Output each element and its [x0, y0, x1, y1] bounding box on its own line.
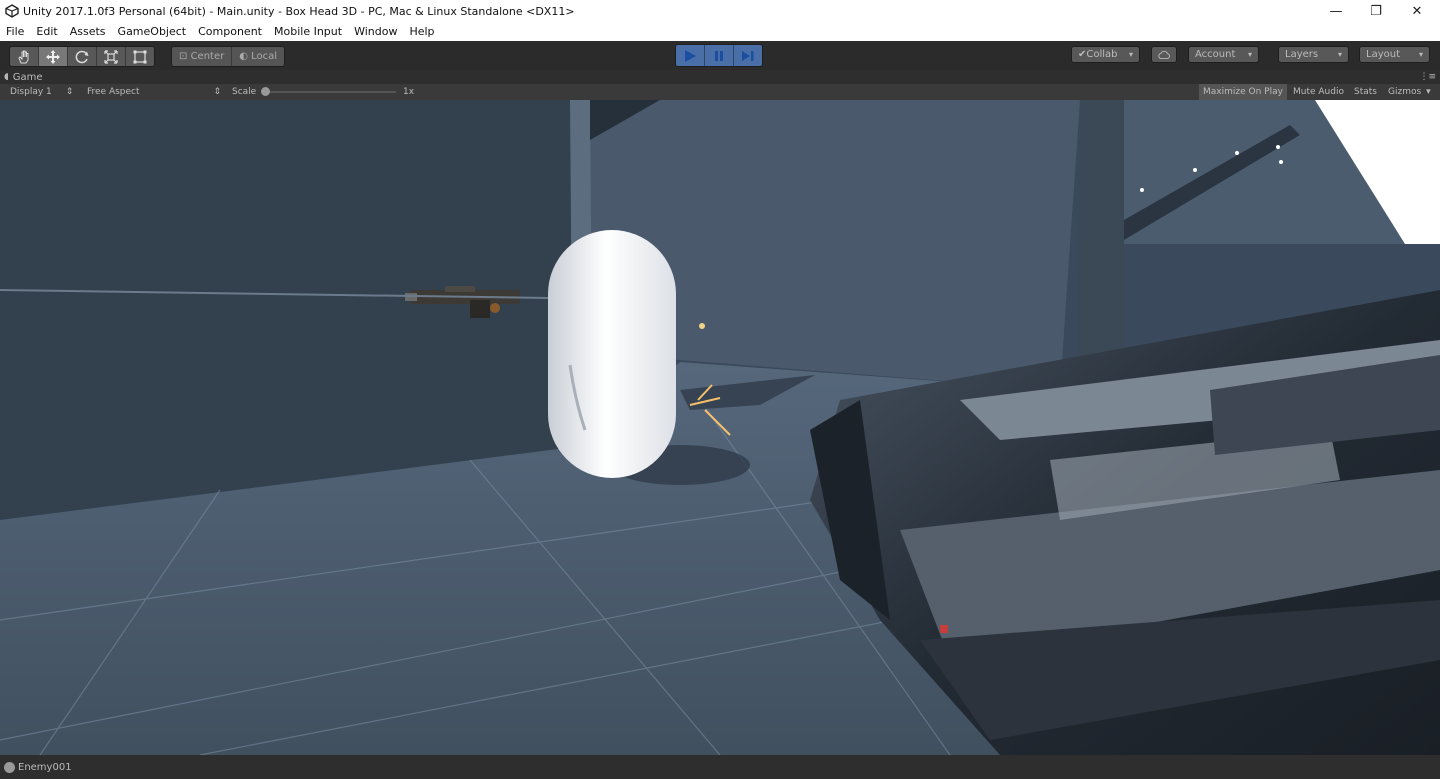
display-dropdown[interactable]: Display 1 ⇕	[10, 84, 73, 100]
rect-transform-tool-button[interactable]	[126, 47, 154, 66]
status-bar: Enemy001	[0, 755, 1440, 779]
menu-bar: File Edit Assets GameObject Component Mo…	[0, 22, 1440, 41]
menu-edit[interactable]: Edit	[30, 25, 63, 38]
step-button[interactable]	[734, 45, 762, 66]
account-dropdown[interactable]: Account ▾	[1188, 46, 1259, 63]
maximize-icon: ❐	[1370, 3, 1382, 19]
spark-glow	[699, 323, 705, 329]
stats-toggle[interactable]: Stats	[1354, 84, 1377, 100]
mute-audio-toggle[interactable]: Mute Audio	[1293, 84, 1344, 100]
tab-game-label: Game	[12, 71, 43, 83]
pivot-center-icon: ⊡	[179, 51, 191, 62]
scale-value: 1x	[403, 87, 415, 97]
updown-icon: ⇕	[213, 87, 222, 97]
collab-check-icon: ✔	[1078, 49, 1087, 60]
menu-file[interactable]: File	[0, 25, 30, 38]
chevron-down-icon: ▾	[1128, 50, 1133, 59]
pivot-center-button[interactable]: ⊡ Center	[172, 47, 233, 66]
scale-slider[interactable]	[261, 87, 396, 96]
chevron-down-icon: ▾	[1247, 50, 1252, 59]
rect-transform-icon	[133, 50, 147, 63]
cloud-icon	[1158, 50, 1170, 59]
menu-help[interactable]: Help	[403, 25, 440, 38]
gizmos-label: Gizmos	[1388, 87, 1422, 97]
display-label: Display 1	[10, 87, 52, 97]
game-view-toolbar: Display 1 ⇕ Free Aspect ⇕ Scale 1x Maximiz…	[0, 84, 1440, 101]
unity-logo-icon	[5, 4, 19, 18]
play-icon	[685, 49, 696, 62]
chevron-down-icon: ▾	[1418, 50, 1423, 59]
menu-mobile-input[interactable]: Mobile Input	[268, 25, 348, 38]
pivot-local-icon: ◐	[239, 51, 252, 62]
aspect-label: Free Aspect	[87, 87, 140, 97]
minimize-icon: —	[1329, 3, 1343, 19]
maximize-button[interactable]: ❐	[1356, 0, 1396, 22]
pause-icon	[715, 50, 723, 61]
collab-dropdown[interactable]: ✔ Collab ▾	[1071, 46, 1140, 63]
move-icon	[46, 49, 60, 64]
cloud-button[interactable]	[1151, 46, 1177, 63]
status-message: Enemy001	[18, 761, 72, 773]
game-viewport[interactable]	[0, 100, 1440, 755]
pause-button[interactable]	[705, 45, 734, 66]
enemy-capsule	[548, 230, 676, 478]
chevron-down-icon: ▾	[1337, 50, 1342, 59]
step-icon	[742, 50, 754, 61]
layers-label: Layers	[1285, 49, 1319, 60]
menu-gameobject[interactable]: GameObject	[112, 25, 193, 38]
play-controls	[675, 44, 763, 67]
move-tool-button[interactable]	[39, 47, 68, 66]
panel-menu-icon[interactable]: ⋮≡	[1419, 70, 1436, 84]
hand-tool-button[interactable]	[10, 47, 39, 66]
rotate-icon	[75, 50, 89, 63]
game-tab-bar: ◖ Game ⋮≡	[0, 70, 1440, 84]
menu-component[interactable]: Component	[192, 25, 268, 38]
gizmos-dropdown[interactable]: Gizmos ▾	[1388, 84, 1431, 100]
minimize-button[interactable]: —	[1316, 0, 1356, 22]
pivot-local-button[interactable]: ◐ Local	[232, 47, 284, 66]
close-icon: ✕	[1411, 3, 1423, 19]
rotate-tool-button[interactable]	[68, 47, 97, 66]
account-label: Account	[1195, 49, 1236, 60]
chevron-down-icon: ▾	[1426, 87, 1431, 97]
menu-assets[interactable]: Assets	[64, 25, 112, 38]
layout-label: Layout	[1366, 49, 1400, 60]
game-scene	[0, 100, 1440, 755]
pivot-toggle-group: ⊡ Center ◐ Local	[171, 46, 286, 67]
tab-game[interactable]: ◖ Game	[4, 70, 43, 84]
transform-tools	[9, 46, 155, 67]
info-icon	[4, 761, 15, 773]
hand-icon	[18, 50, 29, 63]
title-bar: Unity 2017.1.0f3 Personal (64bit) - Main…	[0, 0, 1440, 22]
maximize-on-play-toggle[interactable]: Maximize On Play	[1199, 84, 1287, 100]
game-controller-icon: ◖	[4, 72, 9, 82]
aspect-dropdown[interactable]: Free Aspect ⇕	[87, 84, 221, 100]
collab-label: Collab	[1086, 49, 1118, 60]
scale-tool-button[interactable]	[97, 47, 126, 66]
window-title: Unity 2017.1.0f3 Personal (64bit) - Main…	[23, 4, 575, 18]
pivot-center-label: Center	[190, 51, 225, 62]
pivot-local-label: Local	[251, 51, 278, 62]
scale-label: Scale	[232, 87, 257, 97]
scene-wall-right	[1078, 100, 1124, 365]
close-button[interactable]: ✕	[1397, 0, 1437, 22]
layout-dropdown[interactable]: Layout ▾	[1359, 46, 1430, 63]
scale-icon	[104, 49, 118, 64]
layers-dropdown[interactable]: Layers ▾	[1278, 46, 1349, 63]
play-button[interactable]	[676, 45, 705, 66]
updown-icon: ⇕	[65, 87, 74, 97]
menu-window[interactable]: Window	[348, 25, 403, 38]
scale-slider-thumb[interactable]	[261, 87, 270, 96]
